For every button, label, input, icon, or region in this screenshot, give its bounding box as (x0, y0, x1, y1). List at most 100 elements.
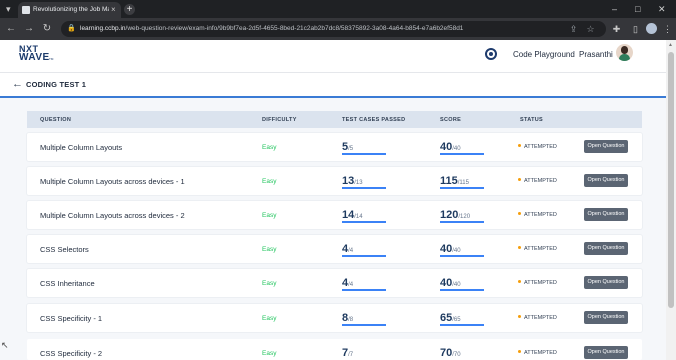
status-dot-icon (518, 178, 521, 181)
question-title: Multiple Column Layouts (40, 143, 123, 152)
page-title: CODING TEST 1 (26, 80, 87, 89)
score-value: 70 (440, 347, 453, 359)
scroll-up-icon[interactable]: ▲ (668, 42, 673, 48)
table-row: Multiple Column Layouts Easy 5/5 40/40 A… (27, 133, 642, 161)
test-cases-progress-bar (342, 187, 386, 189)
total-cases: /7 (348, 352, 354, 358)
scrollbar-thumb[interactable] (668, 52, 674, 308)
passed-count: 14 (342, 209, 355, 221)
favicon-icon (22, 6, 30, 14)
column-header-status: STATUS (520, 117, 543, 123)
test-cases-progress-bar (342, 289, 386, 291)
back-arrow-icon[interactable]: ← (12, 79, 23, 90)
reload-icon[interactable]: ↻ (40, 22, 54, 36)
focus-mode-icon[interactable] (485, 48, 497, 60)
tab-search-icon[interactable]: ▾ (6, 4, 16, 14)
open-question-button[interactable]: Open Question (584, 242, 628, 255)
score-progress-bar (440, 187, 484, 189)
browser-toolbar: ← → ↻ 🔒 learning.ccbp.in/web-question-re… (0, 18, 676, 40)
minimize-icon[interactable]: – (612, 3, 617, 15)
table-row: CSS Selectors Easy 4/4 40/40 ATTEMPTED O… (27, 235, 642, 263)
score: 40/40 (440, 239, 461, 255)
question-title: CSS Specificity - 2 (40, 349, 103, 358)
score: 115/115 (440, 171, 469, 187)
test-cases-progress-bar (342, 255, 386, 257)
open-question-button[interactable]: Open Question (584, 140, 628, 153)
tab-close-icon[interactable]: × (111, 5, 116, 15)
status-dot-icon (518, 280, 521, 283)
browser-tab[interactable]: Revolutionizing the Job Market × (18, 2, 121, 18)
difficulty-label: Easy (262, 280, 277, 287)
new-tab-button[interactable]: + (124, 4, 135, 15)
test-cases-progress-bar (342, 324, 386, 326)
table-row: CSS Specificity - 2 Easy 7/7 70/70 ATTEM… (27, 339, 642, 360)
url-host: learning.ccbp.in (80, 25, 126, 32)
difficulty-label: Easy (262, 246, 277, 253)
menu-icon[interactable]: ⋮ (661, 22, 674, 36)
total-cases: /4 (348, 282, 354, 288)
star-icon[interactable]: ☆ (584, 22, 597, 36)
open-question-button[interactable]: Open Question (584, 311, 628, 324)
score-value: 65 (440, 312, 453, 324)
score-progress-bar (440, 324, 484, 326)
max-score: /65 (452, 317, 461, 323)
total-cases: /4 (348, 248, 354, 254)
address-bar[interactable]: 🔒 learning.ccbp.in/web-question-review/e… (61, 21, 606, 37)
extensions-icon[interactable]: ✚ (610, 22, 623, 36)
logo-line-2: WAVE (19, 52, 50, 63)
score: 40/40 (440, 273, 461, 289)
test-cases-passed: 5/5 (342, 137, 354, 153)
column-header-test-cases: TEST CASES PASSED (342, 117, 406, 123)
max-score: /115 (457, 180, 469, 186)
test-cases-passed: 4/4 (342, 239, 354, 255)
status-dot-icon (518, 350, 521, 353)
open-question-button[interactable]: Open Question (584, 174, 628, 187)
tab-title: Revolutionizing the Job Market (33, 6, 109, 13)
test-cases-passed: 4/4 (342, 273, 354, 289)
user-name[interactable]: Prasanthi (579, 50, 613, 60)
nxtwave-logo[interactable]: NXT WAVE TM (19, 44, 59, 66)
test-cases-progress-bar (342, 153, 386, 155)
code-playground-link[interactable]: Code Playground (513, 50, 575, 60)
test-cases-passed: 7/7 (342, 343, 354, 359)
sidepanel-icon[interactable]: ▯ (629, 22, 642, 36)
status-badge: ATTEMPTED (518, 280, 557, 287)
status-badge: ATTEMPTED (518, 144, 557, 151)
score-progress-bar (440, 153, 484, 155)
back-icon[interactable]: ← (4, 22, 18, 36)
profile-icon[interactable] (646, 23, 657, 34)
max-score: /120 (458, 214, 471, 220)
test-cases-passed: 13/13 (342, 171, 363, 187)
score: 65/65 (440, 308, 461, 324)
forward-icon[interactable]: → (22, 22, 36, 36)
logo-trademark: TM (49, 57, 54, 61)
table-row: Multiple Column Layouts across devices -… (27, 201, 642, 229)
question-title: CSS Specificity - 1 (40, 314, 103, 323)
column-header-difficulty: DIFFICULTY (262, 117, 297, 123)
open-question-button[interactable]: Open Question (584, 346, 628, 359)
maximize-icon[interactable]: □ (635, 3, 640, 15)
status-label: ATTEMPTED (524, 350, 557, 356)
max-score: /70 (452, 352, 461, 358)
score-progress-bar (440, 221, 484, 223)
share-icon[interactable]: ⇪ (567, 22, 580, 36)
status-label: ATTEMPTED (524, 178, 557, 184)
score-value: 120 (440, 209, 459, 221)
column-header-question: QUESTION (40, 117, 72, 123)
open-question-button[interactable]: Open Question (584, 276, 628, 289)
browser-tab-bar: ▾ Revolutionizing the Job Market × + – □… (0, 0, 676, 18)
score-progress-bar (440, 289, 484, 291)
score-value: 115 (440, 175, 458, 187)
test-cases-passed: 14/14 (342, 205, 363, 221)
open-question-button[interactable]: Open Question (584, 208, 628, 221)
close-window-icon[interactable]: ✕ (658, 3, 666, 15)
status-badge: ATTEMPTED (518, 212, 557, 219)
status-dot-icon (518, 144, 521, 147)
total-cases: /14 (354, 214, 363, 220)
total-cases: /8 (348, 317, 354, 323)
question-title: CSS Selectors (40, 245, 89, 254)
difficulty-label: Easy (262, 178, 277, 185)
avatar[interactable] (616, 44, 633, 61)
column-header-score: SCORE (440, 117, 462, 123)
total-cases: /5 (348, 146, 354, 152)
